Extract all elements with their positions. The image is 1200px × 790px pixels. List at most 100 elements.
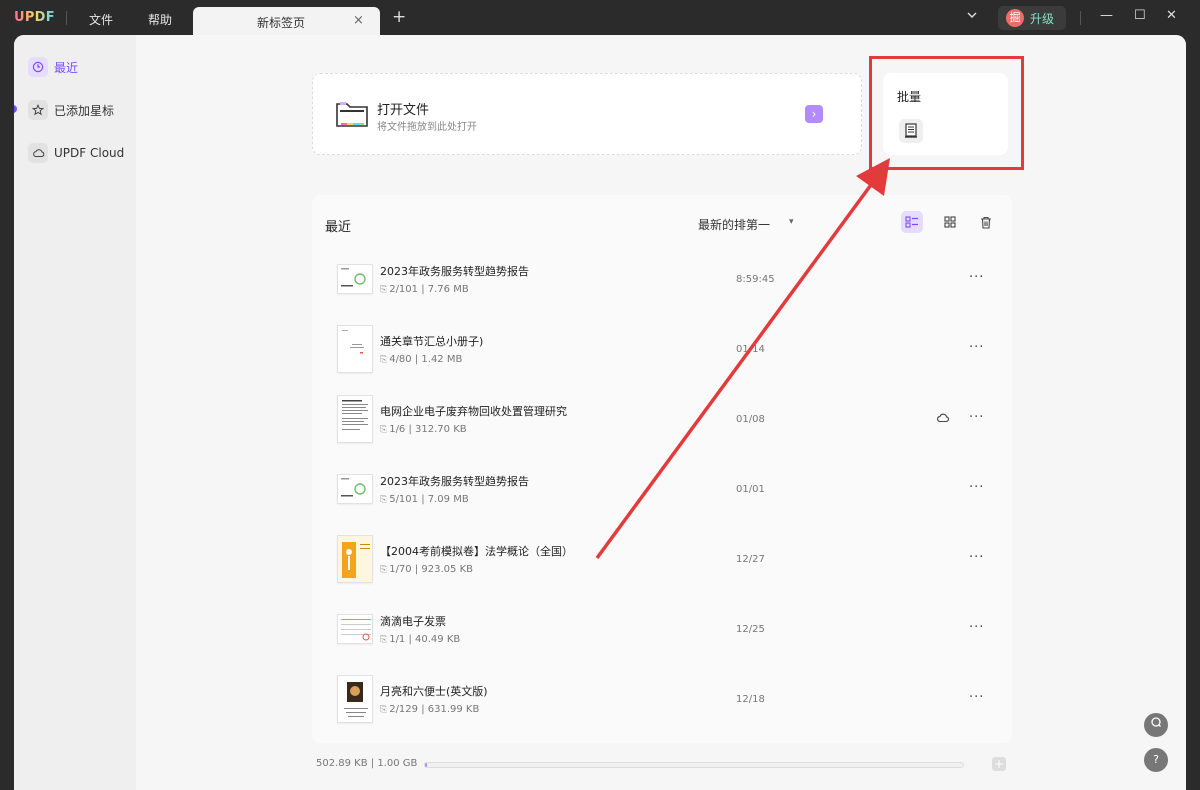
more-options-icon[interactable]: ··· (969, 410, 984, 425)
user-avatar: 掘 (1006, 9, 1024, 27)
chevron-down-icon[interactable] (966, 9, 978, 25)
file-meta: ⎘ 2/129 | 631.99 KB (380, 704, 480, 715)
file-date: 01/08 (736, 414, 765, 425)
file-date: 01/01 (736, 484, 765, 495)
list-view-button[interactable] (901, 211, 923, 233)
more-options-icon[interactable]: ··· (969, 480, 984, 495)
chevron-right-icon[interactable]: › (805, 105, 823, 123)
sort-dropdown[interactable]: 最新的排第一 (698, 216, 770, 233)
tab-close-icon[interactable]: × (353, 13, 364, 28)
file-row[interactable]: 2023年政务服务转型趋势报告 ⎘ 2/101 | 7.76 MB 8:59:45… (312, 245, 1012, 315)
file-date: 12/27 (736, 554, 765, 565)
file-name: 【2004考前模拟卷】法学概论（全国） (380, 545, 573, 558)
file-thumbnail (337, 264, 373, 294)
grid-view-icon (944, 216, 956, 228)
file-name: 2023年政务服务转型趋势报告 (380, 475, 529, 488)
tab-new-tab[interactable]: 新标签页 × (193, 7, 380, 36)
file-date: 01/14 (736, 344, 765, 355)
file-meta: ⎘ 4/80 | 1.42 MB (380, 354, 463, 365)
file-name: 滴滴电子发票 (380, 615, 446, 628)
menu-file[interactable]: 文件 (89, 11, 113, 28)
pages-icon: ⎘ (380, 425, 388, 435)
chevron-down-icon[interactable]: ▾ (789, 217, 794, 227)
tab-label: 新标签页 (257, 16, 306, 30)
star-icon (28, 100, 48, 120)
file-meta: ⎘ 1/1 | 40.49 KB (380, 634, 461, 645)
sidebar-item-label: 已添加星标 (54, 103, 115, 118)
file-thumbnail (337, 535, 373, 583)
file-meta: ⎘ 1/6 | 312.70 KB (380, 424, 467, 435)
sidebar-item-updf-cloud[interactable]: UPDF Cloud (28, 142, 124, 164)
sidebar-item-recent[interactable]: 最近 (28, 56, 78, 78)
file-row[interactable]: 滴滴电子发票 ⎘ 1/1 | 40.49 KB 12/25 ··· (312, 595, 1012, 665)
sidebar-item-label: UPDF Cloud (54, 146, 125, 160)
file-row[interactable]: 电网企业电子废弃物回收处置管理研究 ⎘ 1/6 | 312.70 KB 01/08… (312, 385, 1012, 455)
file-name: 通关章节汇总小册子) (380, 335, 484, 348)
sidebar-item-starred[interactable]: 已添加星标 (28, 99, 114, 121)
upgrade-button[interactable]: 掘 升级 (998, 6, 1066, 30)
sidebar: 最近 已添加星标 UPDF Cloud (14, 35, 136, 790)
add-tab-icon[interactable]: + (392, 9, 406, 26)
file-thumbnail (337, 675, 373, 723)
trash-icon (981, 216, 991, 229)
menu-help[interactable]: 帮助 (148, 11, 172, 28)
file-date: 12/25 (736, 624, 765, 635)
pages-icon: ⎘ (380, 565, 388, 575)
cloud-upload-icon[interactable] (936, 412, 950, 426)
storage-usage-text: 502.89 KB | 1.00 GB (316, 758, 418, 769)
clock-icon (28, 57, 48, 77)
list-view-icon (905, 216, 918, 228)
grid-view-button[interactable] (939, 211, 961, 233)
annotation-highlight-box (869, 56, 1024, 170)
search-fab-button[interactable] (1144, 713, 1168, 737)
pages-icon: ⎘ (380, 705, 388, 715)
sidebar-item-label: 最近 (54, 60, 79, 75)
pages-icon: ⎘ (380, 285, 388, 295)
recent-title: 最近 (325, 220, 352, 235)
cloud-icon (28, 143, 48, 163)
file-thumbnail (337, 614, 373, 644)
help-fab-button[interactable]: ? (1144, 748, 1168, 772)
file-meta: ⎘ 5/101 | 7.09 MB (380, 494, 469, 505)
file-date: 8:59:45 (736, 274, 775, 285)
trash-button[interactable] (975, 211, 997, 233)
title-separator (1080, 11, 1081, 25)
more-options-icon[interactable]: ··· (969, 620, 984, 635)
file-name: 电网企业电子废弃物回收处置管理研究 (380, 405, 567, 418)
pages-icon: ⎘ (380, 635, 388, 645)
file-row[interactable]: 【2004考前模拟卷】法学概论（全国） ⎘ 1/70 | 923.05 KB 12… (312, 525, 1012, 595)
file-name: 2023年政务服务转型趋势报告 (380, 265, 529, 278)
search-icon (1151, 717, 1161, 727)
file-date: 12/18 (736, 694, 765, 705)
more-options-icon[interactable]: ··· (969, 550, 984, 565)
title-separator (66, 11, 67, 25)
file-row[interactable]: 通关章节汇总小册子) ⎘ 4/80 | 1.42 MB 01/14 ··· (312, 315, 1012, 385)
main-window: 最近 已添加星标 UPDF Cloud 打开文件 将文件拖放到此处打开 › 批量… (14, 35, 1186, 790)
file-row[interactable]: 月亮和六便士(英文版) ⎘ 2/129 | 631.99 KB 12/18 ··· (312, 665, 1012, 735)
maximize-button[interactable]: ☐ (1134, 8, 1146, 23)
content-area: 打开文件 将文件拖放到此处打开 › 批量 最近 最新的排第一 ▾ 2023年政务… (136, 35, 1186, 790)
more-options-icon[interactable]: ··· (969, 270, 984, 285)
more-options-icon[interactable]: ··· (969, 340, 984, 355)
more-options-icon[interactable]: ··· (969, 690, 984, 705)
storage-progress-bar (424, 762, 964, 768)
open-file-card[interactable]: 打开文件 将文件拖放到此处打开 › (312, 73, 862, 155)
add-storage-button[interactable]: + (992, 757, 1006, 771)
file-thumbnail (337, 474, 373, 504)
open-file-title: 打开文件 (377, 103, 430, 118)
recent-files-panel: 最近 最新的排第一 ▾ 2023年政务服务转型趋势报告 ⎘ 2/101 | 7.7… (312, 195, 1012, 743)
updf-logo: UPDF (14, 10, 55, 25)
file-meta: ⎘ 1/70 | 923.05 KB (380, 564, 473, 575)
storage-progress-fill (425, 763, 428, 767)
file-name: 月亮和六便士(英文版) (380, 685, 488, 698)
upgrade-label: 升级 (1030, 12, 1055, 26)
file-thumbnail (337, 395, 373, 443)
close-button[interactable]: ✕ (1166, 8, 1177, 23)
minimize-button[interactable]: — (1100, 8, 1113, 23)
folder-icon (335, 96, 369, 130)
pages-icon: ⎘ (380, 355, 388, 365)
file-row[interactable]: 2023年政务服务转型趋势报告 ⎘ 5/101 | 7.09 MB 01/01 ·… (312, 455, 1012, 525)
title-bar: UPDF 文件 帮助 新标签页 × + 掘 升级 — ☐ ✕ (0, 0, 1200, 36)
file-meta: ⎘ 2/101 | 7.76 MB (380, 284, 469, 295)
pages-icon: ⎘ (380, 495, 388, 505)
